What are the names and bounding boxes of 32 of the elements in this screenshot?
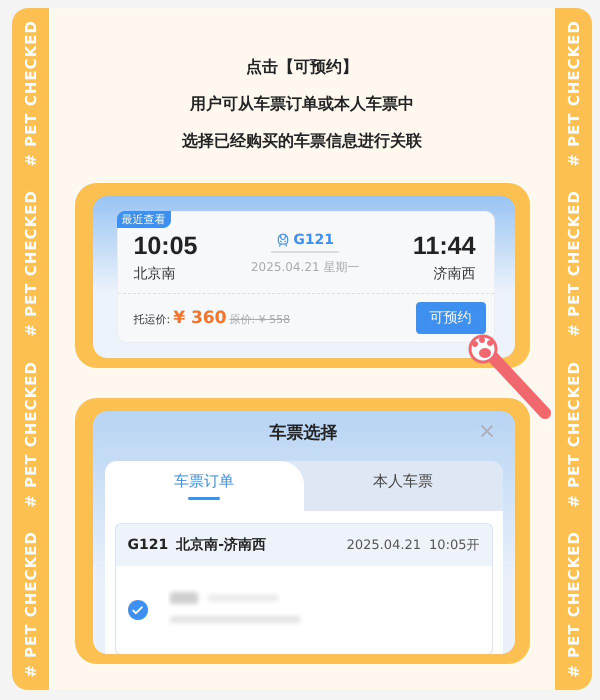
- arrive-station: 济南西: [433, 265, 476, 283]
- intro-text: 点击【可预约】: [246, 56, 358, 78]
- depart-time: 10:05: [134, 232, 198, 261]
- side-label: # PET CHECKED: [564, 360, 582, 508]
- depart-station: 北京南: [134, 265, 176, 283]
- side-label: # PET CHECKED: [564, 190, 582, 338]
- travel-date: 2025.04.21 星期一: [250, 259, 360, 276]
- tab[interactable]: 本人车票: [304, 461, 502, 511]
- checkbox[interactable]: [128, 600, 148, 620]
- arrive-time: 11:44: [412, 232, 476, 261]
- book-button[interactable]: 可预约: [416, 302, 486, 334]
- tab[interactable]: 车票订单: [104, 461, 304, 511]
- order-train: G121: [128, 537, 168, 553]
- recent-badge: 最近查看: [116, 211, 170, 228]
- side-label: # PET CHECKED: [22, 360, 40, 508]
- intro-text: 用户可从车票订单或本人车票中: [190, 93, 414, 115]
- side-label: # PET CHECKED: [22, 20, 40, 167]
- order-route: 北京南-济南西: [176, 536, 266, 554]
- check-icon: [131, 604, 144, 616]
- price: ¥ 360: [173, 308, 226, 328]
- dialog-title: 车票选择: [270, 422, 338, 444]
- train-icon: [276, 233, 290, 247]
- train-number: G121: [276, 232, 334, 248]
- order-date: 2025.04.21: [346, 538, 422, 552]
- side-label: # PET CHECKED: [22, 531, 40, 678]
- original-price: 原价: ¥ 558: [229, 312, 290, 327]
- intro-text: 选择已经购买的车票信息进行关联: [182, 130, 422, 152]
- price-label: 托运价:: [134, 312, 170, 327]
- side-label: # PET CHECKED: [564, 20, 582, 167]
- order-time: 10:05开: [429, 537, 480, 554]
- side-label: # PET CHECKED: [22, 190, 40, 338]
- side-label: # PET CHECKED: [564, 531, 582, 678]
